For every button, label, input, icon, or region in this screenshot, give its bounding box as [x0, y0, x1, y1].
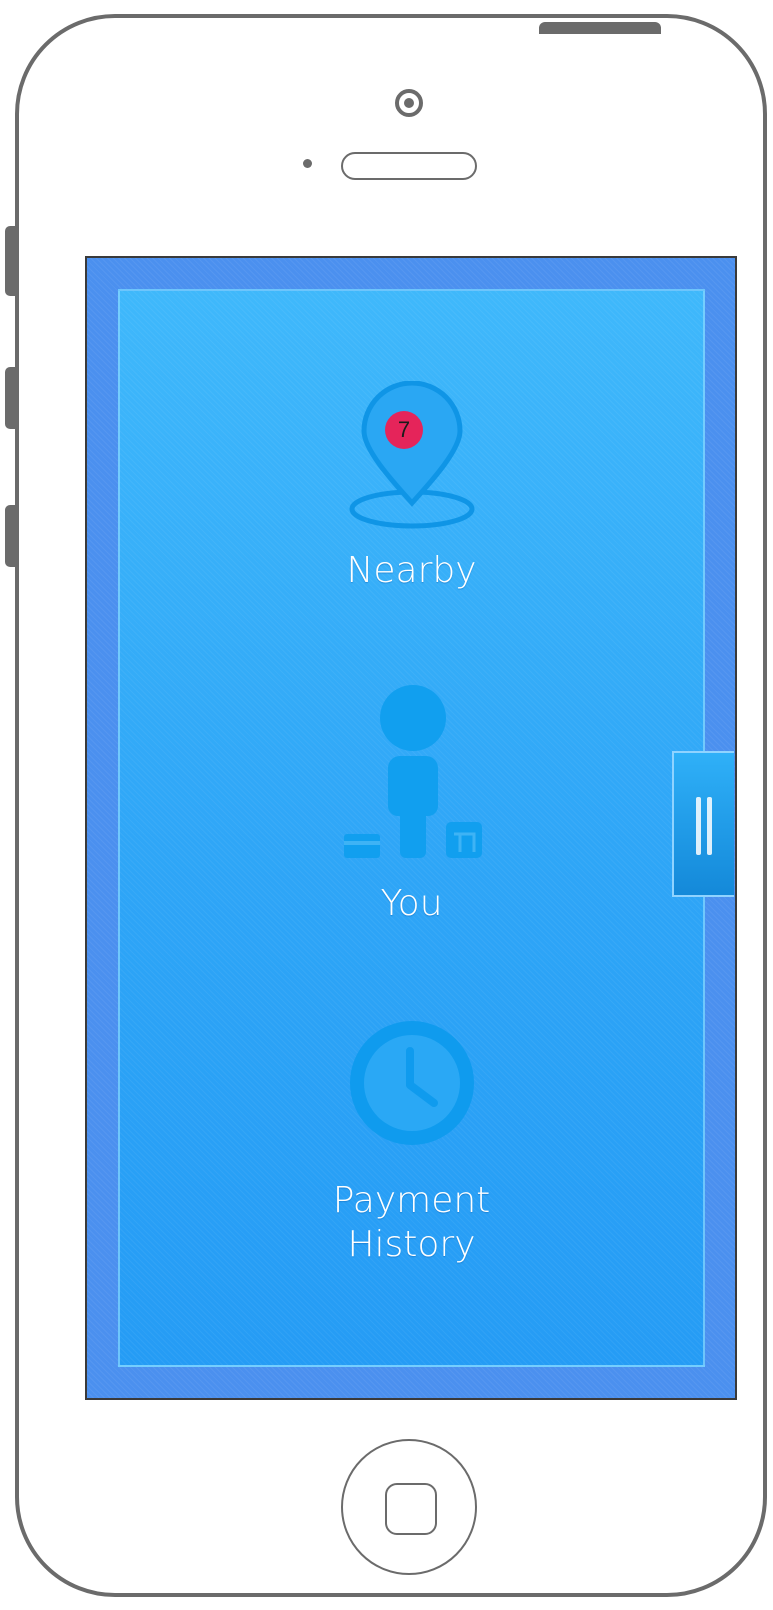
menu-item-nearby[interactable]: 7 Nearby	[120, 381, 703, 591]
home-square-icon	[385, 1483, 437, 1535]
clock-icon	[349, 1021, 474, 1145]
nearby-count-badge: 7	[385, 411, 423, 449]
front-camera	[395, 89, 423, 117]
location-pin-icon	[349, 381, 474, 529]
nearby-label: Nearby	[346, 550, 477, 591]
mute-switch	[5, 226, 17, 296]
menu-item-you[interactable]: You	[120, 684, 703, 934]
earpiece-speaker	[341, 152, 477, 180]
app-screen: 7 Nearby You Payment History	[85, 256, 737, 1400]
person-icon	[343, 685, 482, 858]
volume-up-button	[5, 367, 17, 429]
you-label: You	[380, 883, 443, 924]
power-button	[539, 22, 661, 34]
proximity-sensor	[303, 159, 312, 168]
menu-item-payment-history[interactable]: Payment History	[120, 1021, 703, 1271]
menu-panel: 7 Nearby You Payment History	[118, 289, 705, 1367]
home-button[interactable]	[341, 1439, 477, 1575]
volume-down-button	[5, 505, 17, 567]
drawer-handle[interactable]	[672, 751, 734, 897]
phone-frame: 7 Nearby You Payment History	[15, 14, 767, 1597]
payment-history-label: Payment History	[332, 1180, 491, 1265]
